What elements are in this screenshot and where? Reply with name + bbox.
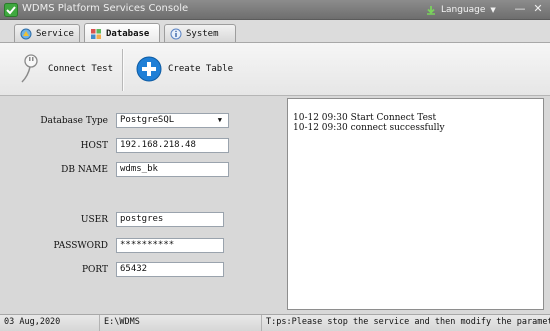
title-bar: WDMS Platform Services Console Language …	[0, 0, 550, 20]
status-date: 03 Aug,2020	[0, 315, 100, 331]
database-settings-panel: Database Type PostgreSQL ▼ HOST 192.168.…	[0, 96, 550, 314]
create-table-label: Create Table	[168, 64, 234, 74]
user-label: USER	[80, 215, 108, 225]
service-icon	[20, 28, 32, 39]
log-line: 10-12 09:30 Start Connect Test	[293, 113, 437, 123]
log-output[interactable]: 10-12 09:30 Start Connect Test 10-12 09:…	[287, 98, 544, 310]
host-input[interactable]: 192.168.218.48	[116, 138, 229, 153]
minimize-button[interactable]: —	[513, 2, 527, 16]
user-input[interactable]: postgres	[116, 212, 224, 227]
close-button[interactable]: ✕	[531, 2, 545, 16]
tab-database[interactable]: Database	[84, 23, 160, 43]
tab-service[interactable]: Service	[14, 24, 80, 42]
chevron-down-icon: ▼	[217, 116, 222, 124]
plus-icon	[136, 56, 162, 82]
tab-database-label: Database	[106, 28, 150, 39]
log-line: 10-12 09:30 connect successfully	[293, 123, 445, 133]
connect-test-label: Connect Test	[48, 64, 114, 74]
window-title: WDMS Platform Services Console	[22, 3, 189, 14]
status-path: E:\WDMS	[100, 315, 262, 331]
host-label: HOST	[80, 141, 108, 151]
database-type-select[interactable]: PostgreSQL ▼	[116, 113, 229, 128]
password-input[interactable]: **********	[116, 238, 224, 253]
password-label: PASSWORD	[53, 241, 108, 251]
status-bar: 03 Aug,2020 E:\WDMS T:ps:Please stop the…	[0, 314, 550, 331]
chevron-down-icon: ▼	[490, 5, 496, 14]
tab-system-label: System	[186, 28, 219, 39]
connection-form: Database Type PostgreSQL ▼ HOST 192.168.…	[6, 100, 283, 310]
download-icon	[427, 5, 435, 15]
status-tip: T:ps:Please stop the service and then mo…	[266, 317, 550, 327]
connect-test-button[interactable]: Connect Test	[18, 47, 113, 91]
port-label: PORT	[81, 265, 108, 275]
db-name-input[interactable]: wdms_bk	[116, 162, 229, 177]
toolbar: Connect Test Create Table	[0, 42, 550, 96]
database-icon	[91, 28, 101, 39]
tab-service-label: Service	[36, 28, 74, 39]
database-type-label: Database Type	[40, 116, 108, 126]
language-button[interactable]: Language ▼	[422, 2, 500, 17]
plug-icon	[21, 54, 38, 83]
port-input[interactable]: 65432	[116, 262, 224, 277]
info-icon	[170, 28, 182, 39]
create-table-button[interactable]: Create Table	[136, 47, 233, 91]
tab-strip: Service Database System	[0, 20, 550, 43]
database-type-value: PostgreSQL	[120, 115, 175, 125]
tab-system[interactable]: System	[164, 24, 236, 42]
app-logo-icon	[4, 3, 18, 17]
toolbar-divider	[122, 49, 124, 91]
db-name-label: DB NAME	[61, 165, 108, 175]
language-label: Language	[441, 4, 486, 15]
